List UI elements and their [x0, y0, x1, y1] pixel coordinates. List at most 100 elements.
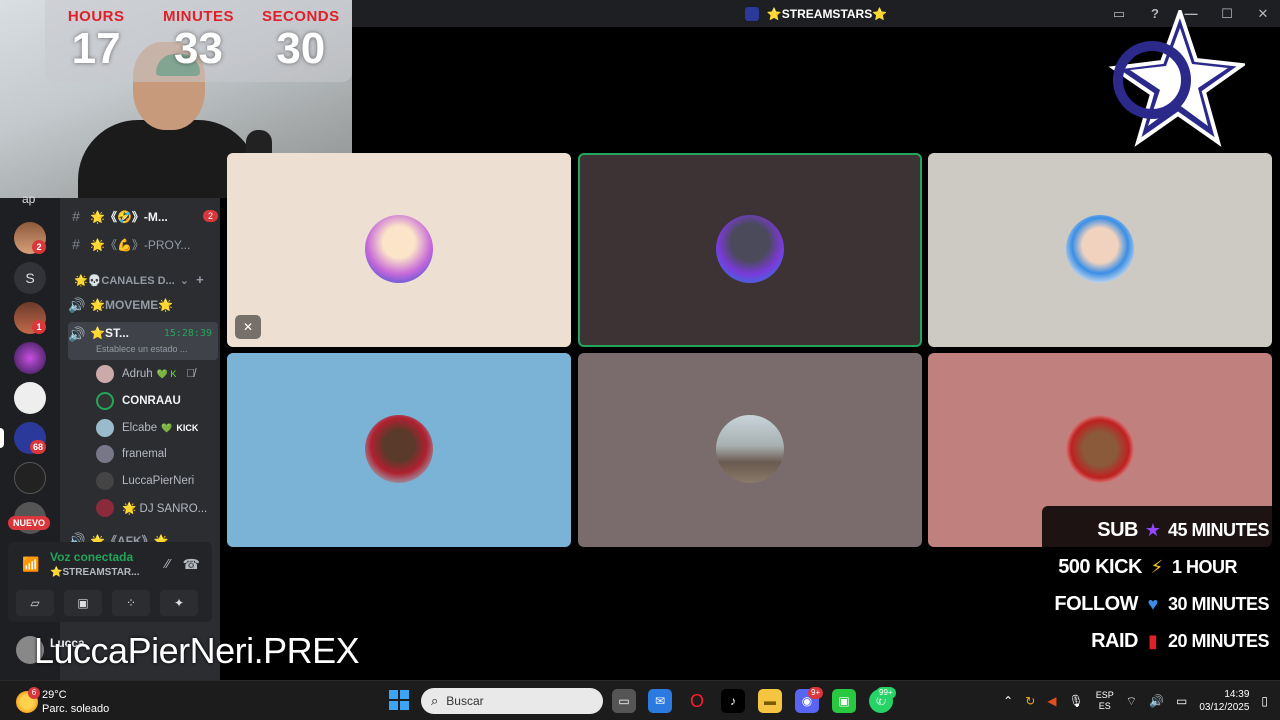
- video-tile[interactable]: [928, 153, 1272, 347]
- bookmark-icon: ▮: [1148, 630, 1158, 651]
- heart-icon: ♥: [1147, 593, 1159, 614]
- voice-duration: 15:28:39: [163, 328, 212, 339]
- goal-row: RAID ▮ 20 MINUTES: [1091, 629, 1270, 652]
- discord-badge: 9+: [808, 687, 824, 699]
- set-status-text[interactable]: Establece un estado ...: [96, 344, 188, 354]
- voice-member[interactable]: franemal: [96, 443, 167, 465]
- participant-avatar: [1066, 415, 1134, 483]
- participant-avatar: [716, 215, 784, 283]
- goal-row: SUB ★ 45 MINUTES: [1097, 518, 1270, 541]
- speaker-icon: 🔊: [68, 326, 86, 342]
- streamstars-logo: [1108, 10, 1245, 147]
- task-view-icon[interactable]: ▭: [612, 689, 636, 713]
- speaker-icon: 🔊: [68, 296, 86, 313]
- whatsapp-badge: 99+: [876, 687, 896, 699]
- search-placeholder: Buscar: [446, 694, 484, 708]
- server-badge: 1: [32, 320, 46, 334]
- video-tile[interactable]: ✕: [227, 153, 571, 347]
- server-icon-letter[interactable]: S: [14, 262, 46, 294]
- video-tile[interactable]: [227, 353, 571, 547]
- new-badge: NUEVO: [8, 516, 51, 530]
- muted-mic-icon: 🎙̸: [186, 368, 196, 380]
- unread-badge: 2: [202, 210, 218, 222]
- voice-connection-panel: 📶 Voz conectada ⭐STREAMSTAR... ⁄⁄ ☎ ▱ ▣ …: [8, 542, 212, 622]
- clock[interactable]: 14:39 03/12/2025: [1199, 688, 1249, 714]
- notification-icon[interactable]: ▯: [1261, 694, 1268, 708]
- weather-badge: 6: [28, 687, 40, 699]
- app-icon: [744, 6, 759, 21]
- voice-member[interactable]: 🌟 DJ SANRO...: [96, 497, 207, 519]
- voice-channel-name[interactable]: ⭐STREAMSTAR...: [50, 567, 140, 578]
- activities-button[interactable]: ⁘: [112, 590, 150, 616]
- text-channel-projects[interactable]: # 🌟《💪》-PROY...: [68, 232, 218, 256]
- voice-channel-moveme[interactable]: 🔊 🌟MOVEME🌟: [68, 293, 218, 317]
- seconds-label: SECONDS: [261, 8, 340, 25]
- selected-server-pill: [0, 428, 4, 448]
- hours-label: HOURS: [67, 8, 125, 25]
- opera-icon[interactable]: O: [685, 689, 709, 713]
- goal-row: FOLLOW ♥ 30 MINUTES: [1054, 592, 1270, 615]
- server-icon-calligraphy[interactable]: [14, 462, 46, 494]
- voice-channel-streamstars[interactable]: 🔊 ⭐ST... 15:28:39 Establece un estado ..…: [68, 322, 218, 360]
- soundboard-button[interactable]: ✦: [160, 590, 198, 616]
- chevron-up-icon[interactable]: ⌃: [1003, 694, 1013, 708]
- avatar: [96, 472, 114, 490]
- tiktok-icon[interactable]: ♪: [721, 689, 745, 713]
- temperature: 29°C: [42, 689, 67, 701]
- close-button[interactable]: ✕: [1254, 6, 1272, 22]
- stream-goals-panel: SUB ★ 45 MINUTES 500 KICK ⚡ 1 HOUR FOLLO…: [1042, 506, 1280, 666]
- volume-icon[interactable]: 🔊: [1149, 694, 1164, 708]
- voice-member[interactable]: Elcabe 💚 KICK: [96, 417, 198, 439]
- voice-member[interactable]: LuccaPierNeri: [96, 470, 194, 492]
- category-header[interactable]: 🌟💀CANALES D... ⌄ +: [74, 272, 204, 287]
- wifi-icon[interactable]: ⌔: [1126, 694, 1137, 709]
- avatar: [96, 499, 114, 517]
- battery-icon[interactable]: ▭: [1176, 694, 1187, 708]
- language-indicator[interactable]: ESP ES: [1096, 690, 1114, 712]
- add-channel-icon[interactable]: +: [196, 272, 204, 287]
- stream-username-overlay: LuccaPierNeri.PREX: [34, 630, 360, 671]
- participant-avatar: [365, 415, 433, 483]
- windows-taskbar: 6 29°C Parc. soleado ⌕ Buscar ▭ ✉ O ♪ ▬ …: [0, 680, 1280, 720]
- noise-suppression-icon[interactable]: ⁄⁄: [166, 556, 170, 571]
- kick-tag: KICK: [176, 423, 199, 433]
- server-badge: 68: [30, 440, 47, 454]
- screen-share-button[interactable]: ▣: [64, 590, 102, 616]
- window-title: ⭐STREAMSTARS⭐: [766, 6, 888, 21]
- server-icon-infinit[interactable]: [14, 342, 46, 374]
- seconds-value: 30: [276, 24, 326, 73]
- participant-avatar: [1066, 215, 1134, 283]
- file-explorer-icon[interactable]: ▬: [758, 689, 782, 713]
- muted-mic-icon: ✕: [235, 315, 261, 339]
- hash-icon: #: [72, 236, 80, 252]
- video-tile-speaking[interactable]: [578, 153, 922, 347]
- lightning-icon: ⚡: [1150, 556, 1164, 577]
- goal-row: 500 KICK ⚡ 1 HOUR: [1058, 555, 1238, 578]
- microphone-icon[interactable]: 🎙: [1069, 694, 1084, 708]
- outlook-icon[interactable]: ✉: [648, 689, 672, 713]
- kick-app-icon[interactable]: ▣: [832, 689, 856, 713]
- weather-condition: Parc. soleado: [42, 703, 110, 715]
- voice-member[interactable]: CONRAAU: [96, 390, 181, 412]
- video-tile[interactable]: [578, 353, 922, 547]
- server-partial-label: ap: [22, 192, 36, 206]
- start-button[interactable]: [389, 690, 409, 710]
- app-tray-icon[interactable]: ◀: [1047, 694, 1056, 708]
- disconnect-icon[interactable]: ☎: [183, 556, 200, 573]
- hash-icon: #: [72, 208, 80, 224]
- server-icon-army[interactable]: [14, 382, 46, 414]
- update-icon[interactable]: ↻: [1025, 694, 1035, 708]
- search-box[interactable]: ⌕ Buscar: [421, 688, 603, 714]
- avatar: [96, 419, 114, 437]
- signal-icon[interactable]: 📶: [22, 556, 39, 573]
- voice-status[interactable]: Voz conectada: [50, 550, 133, 564]
- chevron-down-icon: ⌄: [179, 275, 190, 287]
- minutes-label: MINUTES: [162, 8, 234, 25]
- camera-off-button[interactable]: ▱: [16, 590, 54, 616]
- participant-avatar: [365, 215, 433, 283]
- voice-member[interactable]: Adruh 💚 K 🎙̸: [96, 363, 195, 385]
- countdown-timer: HOURS 17 MINUTES 33 SECONDS 30: [45, 0, 352, 82]
- server-badge: 2: [32, 240, 46, 254]
- avatar: [96, 445, 114, 463]
- text-channel-memes[interactable]: # 🌟《🤣》-M... 2: [68, 204, 218, 228]
